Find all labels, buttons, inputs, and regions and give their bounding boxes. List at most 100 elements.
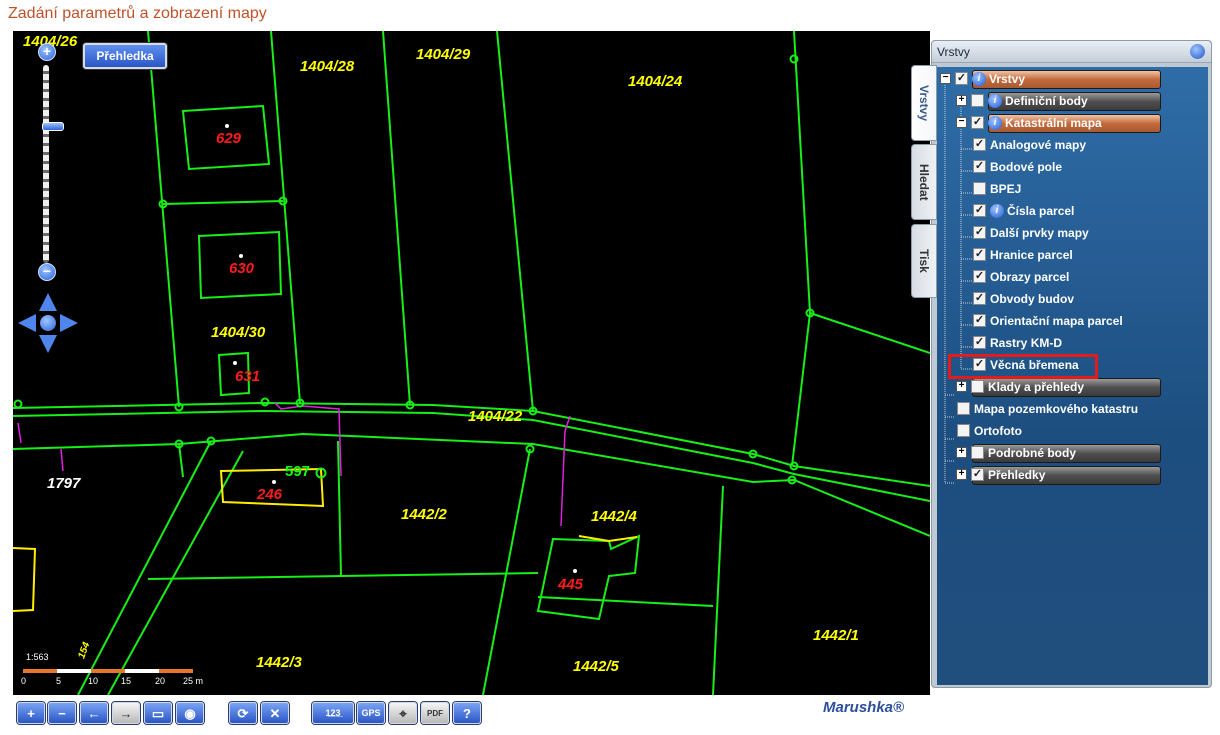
tree-item-label: Obvody budov — [990, 292, 1074, 306]
zoom-rectangle-button[interactable]: ▭ — [144, 702, 172, 724]
tree-item-label: Hranice parcel — [990, 248, 1073, 262]
gps-button[interactable]: GPS — [357, 702, 385, 724]
checkbox-unchecked[interactable] — [957, 402, 970, 416]
pan-control[interactable] — [18, 293, 78, 353]
info-icon[interactable]: i — [988, 115, 1002, 130]
checkbox-unchecked[interactable] — [971, 94, 984, 108]
tree-item-mapa-pozemkoveho-katastru[interactable]: Mapa pozemkového katastru — [957, 400, 1138, 420]
clear-button[interactable]: ✕ — [261, 702, 289, 724]
tree-item-label: Rastry KM-D — [990, 336, 1063, 350]
pan-down-icon[interactable] — [39, 335, 57, 353]
scale-ratio: 1:563 — [26, 652, 49, 662]
zoom-slider[interactable]: + − — [37, 43, 64, 283]
zoom-in-icon[interactable]: + — [38, 43, 56, 61]
tree-item-podrobne-body[interactable]: + Podrobné body — [956, 444, 1076, 464]
checkbox-checked[interactable]: ✓ — [973, 160, 986, 174]
back-button[interactable]: ← — [80, 702, 108, 724]
tree-item-label: Podrobné body — [988, 446, 1076, 460]
tree-item-hranice-parcel[interactable]: ✓ Hranice parcel — [973, 246, 1073, 266]
parcel-label: 1404/28 — [300, 58, 355, 75]
panel-collapse-icon[interactable] — [1190, 44, 1205, 59]
tree-item-bodove-pole[interactable]: ✓ Bodové pole — [973, 158, 1062, 178]
pan-left-icon[interactable] — [18, 314, 36, 332]
tree-item-klady-a-prehledy[interactable]: + Klady a přehledy — [956, 378, 1084, 398]
checkbox-unchecked[interactable] — [971, 380, 984, 394]
tree-item-label: Vrstvy — [989, 72, 1026, 86]
checkbox-checked[interactable]: ✓ — [973, 248, 986, 262]
tree-item-bpej[interactable]: BPEJ — [973, 180, 1021, 200]
tree-item-obrazy-parcel[interactable]: ✓ Obrazy parcel — [973, 268, 1069, 288]
checkbox-checked[interactable]: ✓ — [973, 336, 986, 350]
collapse-icon[interactable]: − — [956, 117, 967, 129]
parcel-boundary-line — [162, 200, 284, 205]
checkbox-checked[interactable]: ✓ — [973, 314, 986, 328]
pdf-button[interactable]: PDF — [421, 702, 449, 724]
parcel-boundary-line — [270, 31, 301, 404]
zoom-track[interactable] — [42, 65, 64, 263]
tree-item-vrstvy[interactable]: − ✓ i Vrstvy — [940, 70, 1025, 90]
tree-item-label: Další prvky mapy — [990, 226, 1089, 240]
measure-button[interactable]: 1̲2̲3̲ — [312, 702, 354, 724]
zoom-in-button[interactable]: + — [17, 702, 45, 724]
tree-item-analogove-mapy[interactable]: ✓ Analogové mapy — [973, 136, 1086, 156]
help-button[interactable]: ? — [453, 702, 481, 724]
tree-item-rastry-km-d[interactable]: ✓ Rastry KM-D — [973, 334, 1062, 354]
checkbox-unchecked[interactable] — [973, 182, 986, 196]
zoom-out-button[interactable]: − — [48, 702, 76, 724]
building-label: 629 — [216, 130, 242, 147]
info-icon[interactable]: i — [990, 203, 1004, 218]
parcel-boundary-line — [382, 31, 411, 406]
checkbox-checked[interactable]: ✓ — [955, 72, 968, 86]
checkbox-checked[interactable]: ✓ — [973, 204, 986, 218]
collapse-icon[interactable]: − — [940, 73, 951, 85]
refresh-button[interactable]: ⟳ — [229, 702, 257, 724]
tab-tisk[interactable]: Tisk — [911, 224, 937, 298]
checkbox-unchecked[interactable] — [957, 424, 970, 438]
tab-vrstvy[interactable]: Vrstvy — [911, 65, 937, 141]
tree-item-label: Čísla parcel — [1007, 204, 1075, 218]
tab-hledat[interactable]: Hledat — [911, 144, 937, 220]
building-label: 445 — [558, 576, 584, 593]
expand-icon[interactable]: + — [956, 469, 967, 481]
tree-item-ortofoto[interactable]: Ortofoto — [957, 422, 1022, 442]
zoom-thumb[interactable] — [42, 122, 64, 131]
info-icon[interactable]: i — [988, 93, 1002, 108]
expand-icon[interactable]: + — [956, 95, 967, 107]
checkbox-checked[interactable]: ✓ — [973, 292, 986, 306]
page-title: Zadání parametrů a zobrazení mapy — [8, 5, 267, 22]
road-edge — [13, 432, 930, 537]
tree-item-cisla-parcel[interactable]: ✓ i Čísla parcel — [973, 202, 1074, 222]
checkbox-checked[interactable]: ✓ — [971, 468, 984, 482]
tree-item-dalsi-prvky-mapy[interactable]: ✓ Další prvky mapy — [973, 224, 1089, 244]
expand-icon[interactable]: + — [956, 381, 967, 393]
forward-button[interactable]: → — [112, 702, 140, 724]
parcel-boundary-line — [482, 448, 531, 695]
parcel-boundary-line — [147, 572, 539, 580]
full-extent-button[interactable]: ◉ — [176, 702, 204, 724]
select-button[interactable]: ⌖ — [389, 702, 417, 724]
map-canvas[interactable]: 1404/26 1404/28 1404/29 1404/24 1404/30 … — [13, 31, 930, 695]
checkbox-checked[interactable]: ✓ — [973, 270, 986, 284]
parcel-boundary-line — [791, 312, 811, 467]
tree-item-katastralni-mapa[interactable]: − ✓ i Katastrální mapa — [956, 114, 1102, 134]
checkbox-unchecked[interactable] — [971, 446, 984, 460]
zoom-out-icon[interactable]: − — [38, 263, 56, 281]
overview-button[interactable]: Přehledka — [83, 43, 167, 69]
checkbox-checked[interactable]: ✓ — [973, 226, 986, 240]
pan-center-icon[interactable] — [40, 315, 56, 331]
parcel-label: 1404/22 — [468, 408, 523, 425]
info-icon[interactable]: i — [972, 71, 986, 86]
tree-item-prehledky[interactable]: + ✓ Přehledky — [956, 466, 1045, 486]
pan-up-icon[interactable] — [39, 293, 57, 311]
tree-item-label: Přehledky — [988, 468, 1046, 482]
map-drawing — [13, 31, 930, 695]
tree-item-orientacni-mapa-parcel[interactable]: ✓ Orientační mapa parcel — [973, 312, 1123, 332]
checkbox-checked[interactable]: ✓ — [971, 116, 984, 130]
pan-right-icon[interactable] — [60, 314, 78, 332]
expand-icon[interactable]: + — [956, 447, 967, 459]
easement-line — [560, 415, 571, 527]
tree-item-definicni-body[interactable]: + i Definiční body — [956, 92, 1088, 112]
checkbox-checked[interactable]: ✓ — [973, 138, 986, 152]
parcel-label: 1442/3 — [256, 654, 302, 671]
tree-item-obvody-budov[interactable]: ✓ Obvody budov — [973, 290, 1074, 310]
